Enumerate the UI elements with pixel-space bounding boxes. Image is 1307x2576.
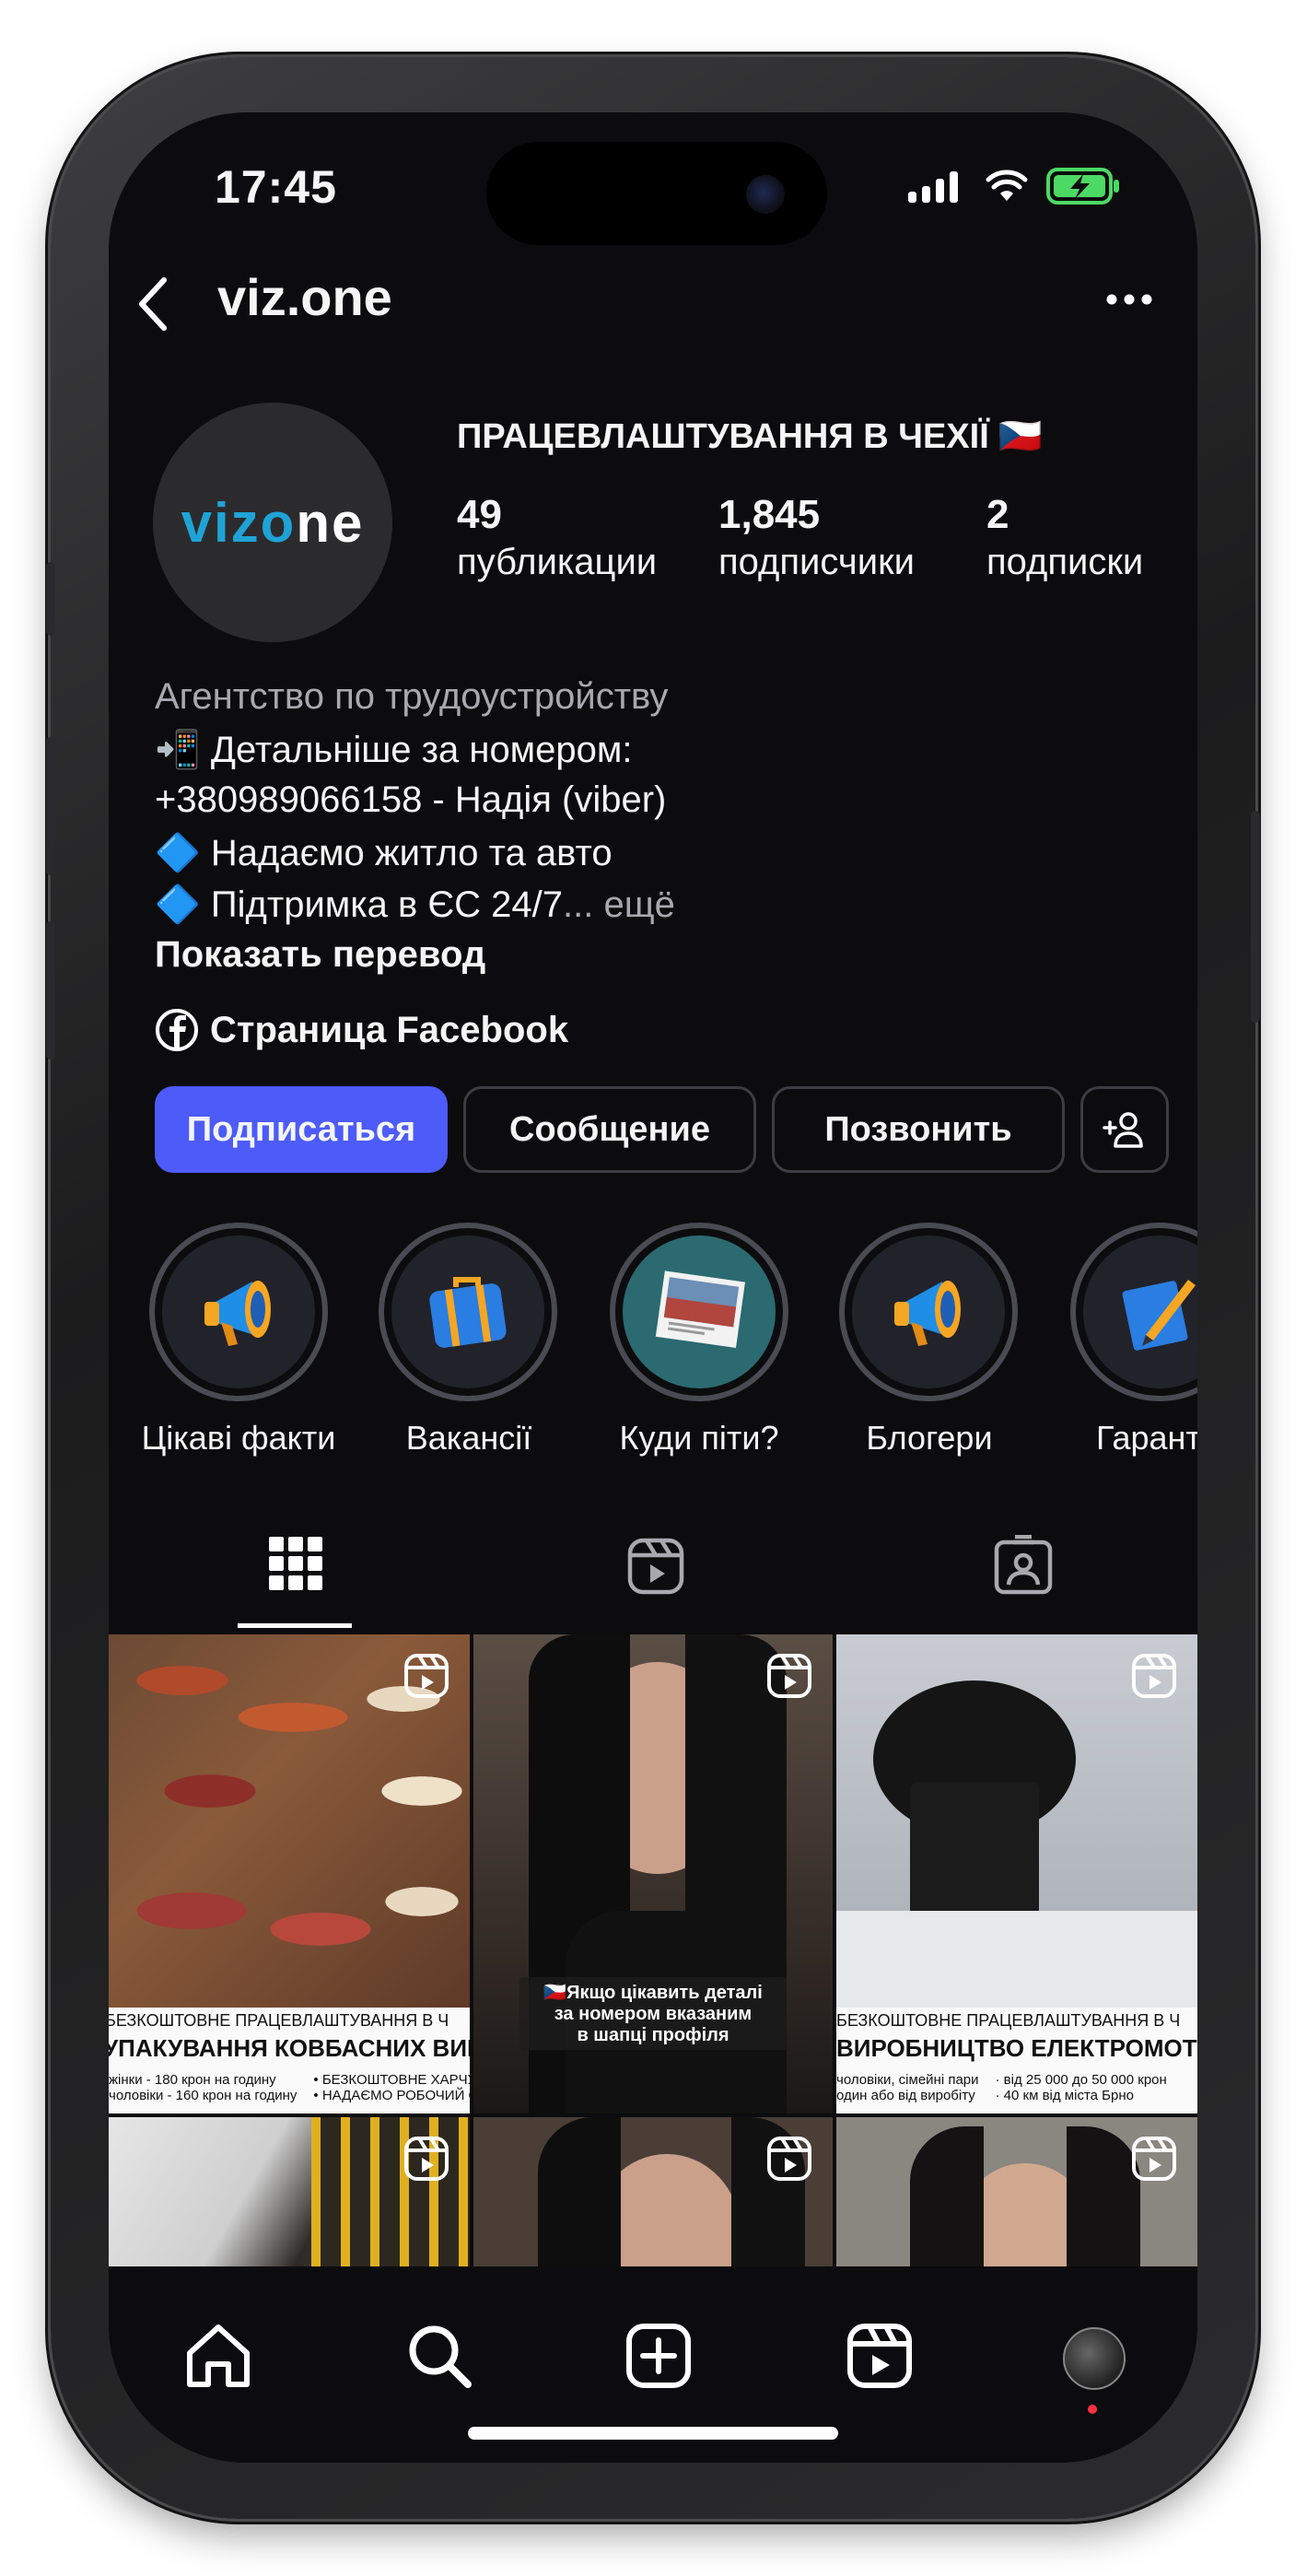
- reel-badge-icon: [1132, 1654, 1176, 1698]
- post-tile[interactable]: [836, 2117, 1197, 2274]
- profile-category: Агентство по трудоустройству: [155, 676, 669, 717]
- avatar-logo-vi: vi: [181, 491, 231, 554]
- status-time: 17:45: [215, 161, 337, 213]
- post-banner-top: БЕЗКОШТОВНЕ ПРАЦЕВЛАШТУВАННЯ В Ч: [109, 2011, 449, 2030]
- stat-followers-value: 1,845: [718, 492, 821, 537]
- volume-down-button: [46, 921, 55, 1060]
- mute-switch: [46, 562, 55, 636]
- highlight-label: Цікаві факти: [141, 1419, 336, 1457]
- post-banner-top: БЕЗКОШТОВНЕ ПРАЦЕВЛАШТУВАННЯ В Ч: [836, 2011, 1181, 2030]
- reel-badge-icon: [1132, 2137, 1176, 2181]
- volume-up-button: [46, 737, 55, 875]
- search-icon[interactable]: [405, 2322, 473, 2390]
- bio-line: +380989066158 - Надія (viber): [155, 779, 667, 820]
- profile-avatar[interactable]: vi z o ne: [153, 403, 392, 642]
- battery-charging-icon: [1046, 168, 1119, 205]
- post-tile[interactable]: БЕЗКОШТОВНЕ ПРАЦЕВЛАШТУВАННЯ В Ч УПАКУВА…: [109, 1634, 470, 2113]
- home-indicator: [468, 2427, 838, 2440]
- profile-tab-avatar[interactable]: [1063, 2327, 1126, 2390]
- reels-icon[interactable]: [846, 2322, 914, 2390]
- post-banner: БЕЗКОШТОВНЕ ПРАЦЕВЛАШТУВАННЯ В Ч УПАКУВА…: [109, 2008, 470, 2113]
- bio-line: 📲 Детальніше за номером:: [155, 730, 633, 770]
- create-post-icon[interactable]: [624, 2322, 693, 2390]
- post-banner-left: жінки - 180 крон на годину чоловіки - 16…: [109, 2072, 298, 2103]
- megaphone-icon: [894, 1281, 961, 1346]
- post-banner-title: УПАКУВАННЯ КОВБАСНИХ ВИР: [109, 2034, 470, 2062]
- post-banner: БЕЗКОШТОВНЕ ПРАЦЕВЛАШТУВАННЯ В Ч ВИРОБНИ…: [836, 2008, 1197, 2113]
- front-camera: [746, 175, 785, 214]
- document-pen-icon: [1122, 1280, 1196, 1351]
- highlight-circle[interactable]: [839, 1223, 1018, 1401]
- follow-button[interactable]: Подписаться: [155, 1086, 448, 1173]
- bio-line-last: 🔷 Підтримка в ЄС 24/7... ещё: [155, 883, 675, 926]
- tagged-tab-icon[interactable]: [993, 1535, 1054, 1596]
- suitcase-icon: [429, 1277, 507, 1348]
- stat-posts-label: публикации: [457, 542, 658, 582]
- wifi-icon: [986, 170, 1028, 201]
- stat-posts-value: 49: [457, 492, 502, 537]
- message-button[interactable]: Сообщение: [463, 1086, 756, 1173]
- post-image-hair: [1067, 2126, 1140, 2274]
- active-tab-indicator: [238, 1623, 352, 1628]
- grid-tab-icon[interactable]: [267, 1535, 324, 1592]
- facebook-page-link[interactable]: Страница Facebook: [210, 1010, 568, 1051]
- add-person-icon: [1103, 1112, 1143, 1148]
- more-options-icon[interactable]: [1105, 293, 1153, 306]
- notification-dot: [1088, 2405, 1097, 2414]
- bio-line: 🔷 Надаємо житло та авто: [155, 833, 613, 873]
- highlight-label: Куди піти?: [619, 1419, 779, 1457]
- avatar-logo-ne: ne: [296, 491, 365, 554]
- highlight-circle[interactable]: [379, 1223, 557, 1401]
- reel-badge-icon: [404, 1654, 449, 1698]
- call-button[interactable]: Позвонить: [772, 1086, 1065, 1173]
- highlight-label: Гарант: [1096, 1419, 1197, 1457]
- avatar-logo-o: o: [260, 491, 297, 554]
- reel-badge-icon: [767, 2137, 811, 2181]
- stat-following-value: 2: [986, 492, 1009, 537]
- post-tile[interactable]: БЕЗКОШТОВНЕ ПРАЦЕВЛАШТУВАННЯ В Ч ВИРОБНИ…: [836, 1634, 1197, 2113]
- highlight-circle[interactable]: [149, 1223, 328, 1401]
- post-tile[interactable]: [473, 2117, 833, 2274]
- stat-following-label: подписки: [986, 542, 1144, 582]
- screen: 17:45 viz.one vi z o ne ПРАЦЕВЛАШТУВАННЯ В …: [109, 112, 1197, 2463]
- home-icon[interactable]: [184, 2322, 252, 2390]
- stat-posts[interactable]: 49 публикации: [457, 492, 657, 583]
- power-button: [1251, 811, 1260, 1023]
- post-image-table: [836, 1911, 1197, 2008]
- stat-followers-label: подписчики: [718, 542, 915, 582]
- stat-following[interactable]: 2 подписки: [986, 492, 1143, 583]
- post-tile[interactable]: 🇨🇿Якщо цікавить деталі за номером вказан…: [473, 1634, 833, 2113]
- post-caption-overlay: 🇨🇿Якщо цікавить деталі за номером вказан…: [519, 1977, 787, 2050]
- bio-line: 🔷 Підтримка в ЄС 24/7: [155, 884, 564, 925]
- cellular-signal-icon: [908, 170, 958, 203]
- megaphone-icon: [204, 1281, 271, 1346]
- photo-icon: [655, 1270, 745, 1348]
- suggest-people-button[interactable]: [1080, 1086, 1169, 1173]
- highlight-label: Блогери: [866, 1419, 993, 1457]
- highlight-circle[interactable]: [1070, 1223, 1197, 1401]
- profile-username: viz.one: [217, 268, 392, 326]
- post-banner-left: чоловіки, сімейні пари один або від виро…: [836, 2072, 979, 2103]
- post-banner-right: • БЕЗКОШТОВНЕ ХАРЧУ • НАДАЄМО РОБОЧИЙ О: [313, 2072, 470, 2103]
- post-image-hair: [910, 2126, 984, 2274]
- post-banner-title: ВИРОБНИЦТВО ЕЛЕКТРОМОТО: [836, 2034, 1197, 2062]
- post-banner-right: · від 25 000 до 50 000 крон · 40 км від …: [995, 2072, 1167, 2103]
- highlight-circle[interactable]: [610, 1223, 788, 1401]
- reels-tab-icon[interactable]: [626, 1537, 685, 1596]
- avatar-logo-z: z: [230, 491, 261, 554]
- bio-more-link[interactable]: ... ещё: [563, 884, 675, 925]
- highlight-label: Вакансії: [405, 1419, 532, 1457]
- post-tile[interactable]: [109, 2117, 470, 2274]
- show-translation-link[interactable]: Показать перевод: [155, 934, 485, 976]
- profile-display-name: ПРАЦЕВЛАШТУВАННЯ В ЧЕХІЇ 🇨🇿: [457, 417, 1043, 456]
- facebook-icon: [156, 1009, 198, 1051]
- back-chevron-icon[interactable]: [134, 276, 171, 332]
- stat-followers[interactable]: 1,845 подписчики: [718, 492, 915, 583]
- reel-badge-icon: [404, 2137, 449, 2181]
- post-image-hair: [538, 2117, 621, 2274]
- reel-badge-icon: [767, 1654, 811, 1698]
